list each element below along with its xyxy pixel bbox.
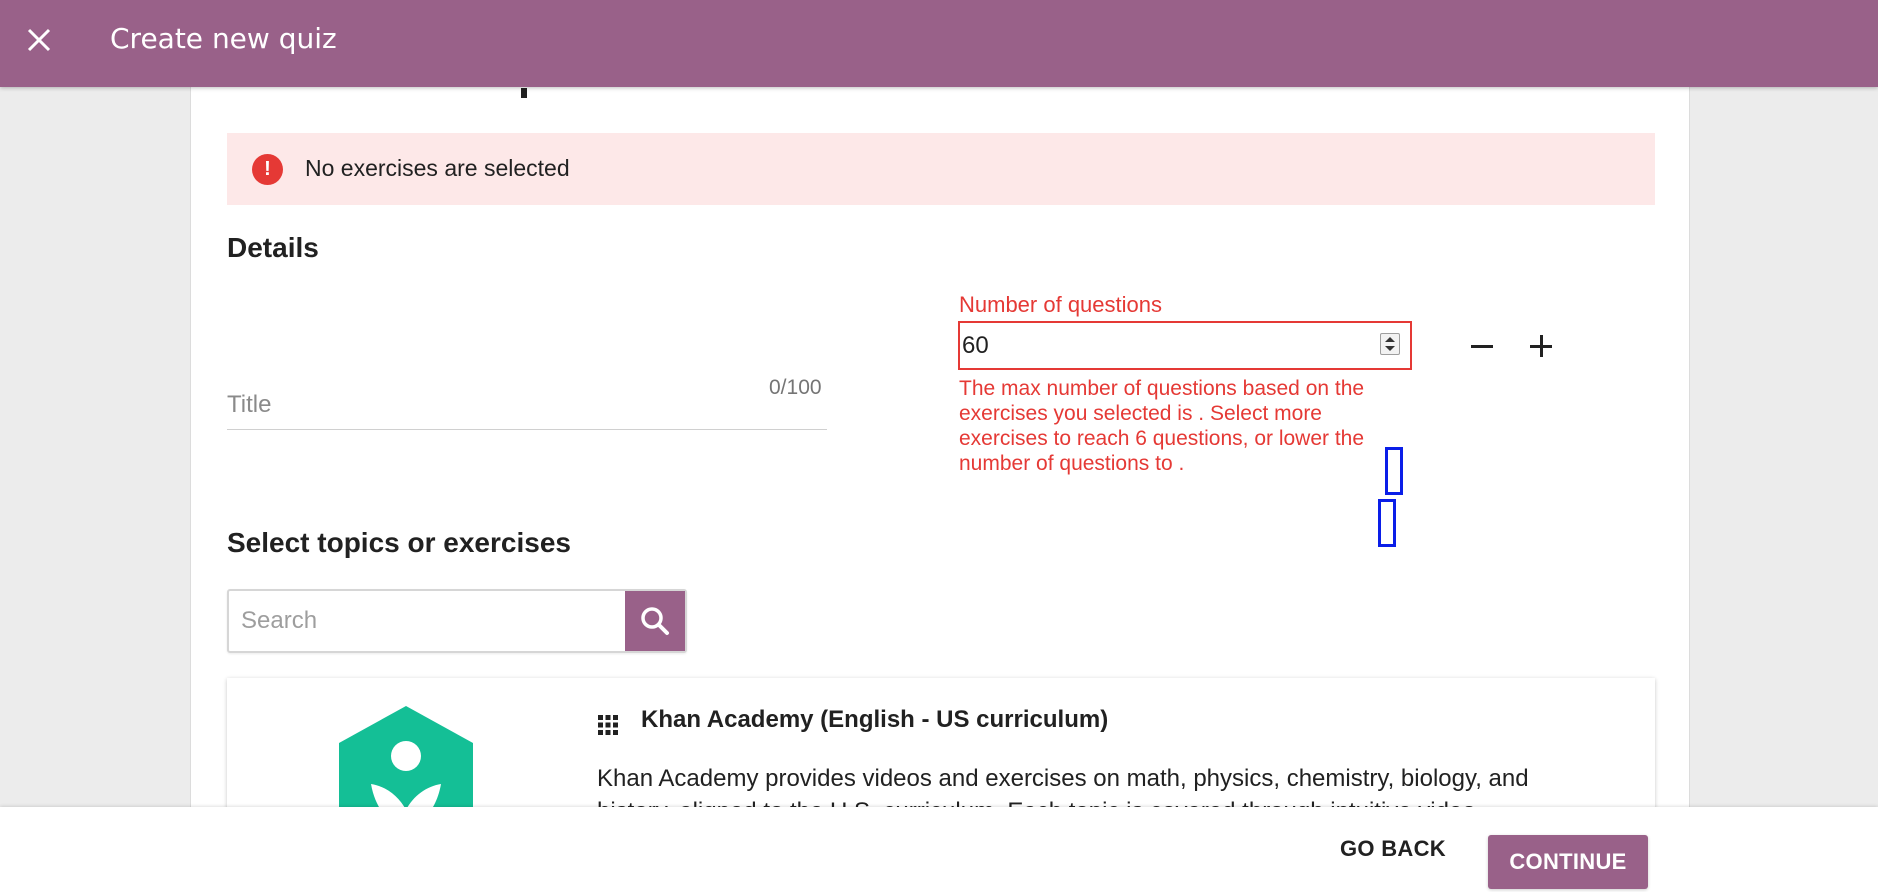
alert-message: No exercises are selected (305, 155, 570, 181)
decrease-questions-button[interactable] (1461, 328, 1501, 364)
quiz-form-page: ! No exercises are selected Details 0/10… (190, 60, 1690, 892)
title-char-counter: 0/100 (769, 376, 822, 399)
scrolled-heading-fragment (521, 88, 527, 98)
number-of-questions-value: 60 (962, 332, 989, 359)
bottom-action-bar: GO BACK CONTINUE (0, 807, 1878, 892)
increase-questions-button[interactable] (1521, 328, 1561, 364)
highlight-marker (1378, 499, 1396, 547)
highlight-marker (1385, 447, 1403, 495)
search-box (227, 589, 687, 653)
close-icon[interactable] (26, 27, 52, 53)
search-input[interactable] (241, 601, 621, 641)
number-of-questions-input[interactable]: 60 (958, 321, 1412, 370)
search-icon (641, 607, 669, 635)
page-title: Create new quiz (110, 22, 337, 55)
spinner-up-icon[interactable] (1385, 337, 1395, 342)
number-of-questions-label: Number of questions (959, 292, 1162, 317)
go-back-button[interactable]: GO BACK (1330, 829, 1456, 869)
number-of-questions-error: The max number of questions based on the… (959, 377, 1365, 475)
details-heading: Details (227, 232, 319, 263)
title-input[interactable] (227, 380, 827, 430)
error-alert: ! No exercises are selected (227, 133, 1655, 205)
search-button[interactable] (625, 591, 685, 651)
channel-grid-icon (598, 715, 618, 735)
continue-button[interactable]: CONTINUE (1488, 835, 1648, 889)
number-spinner[interactable] (1380, 333, 1400, 355)
select-topics-heading: Select topics or exercises (227, 527, 571, 558)
error-icon: ! (252, 154, 283, 185)
channel-title: Khan Academy (English - US curriculum) (641, 706, 1109, 733)
app-bar: Create new quiz (0, 0, 1878, 87)
spinner-down-icon[interactable] (1385, 346, 1395, 351)
